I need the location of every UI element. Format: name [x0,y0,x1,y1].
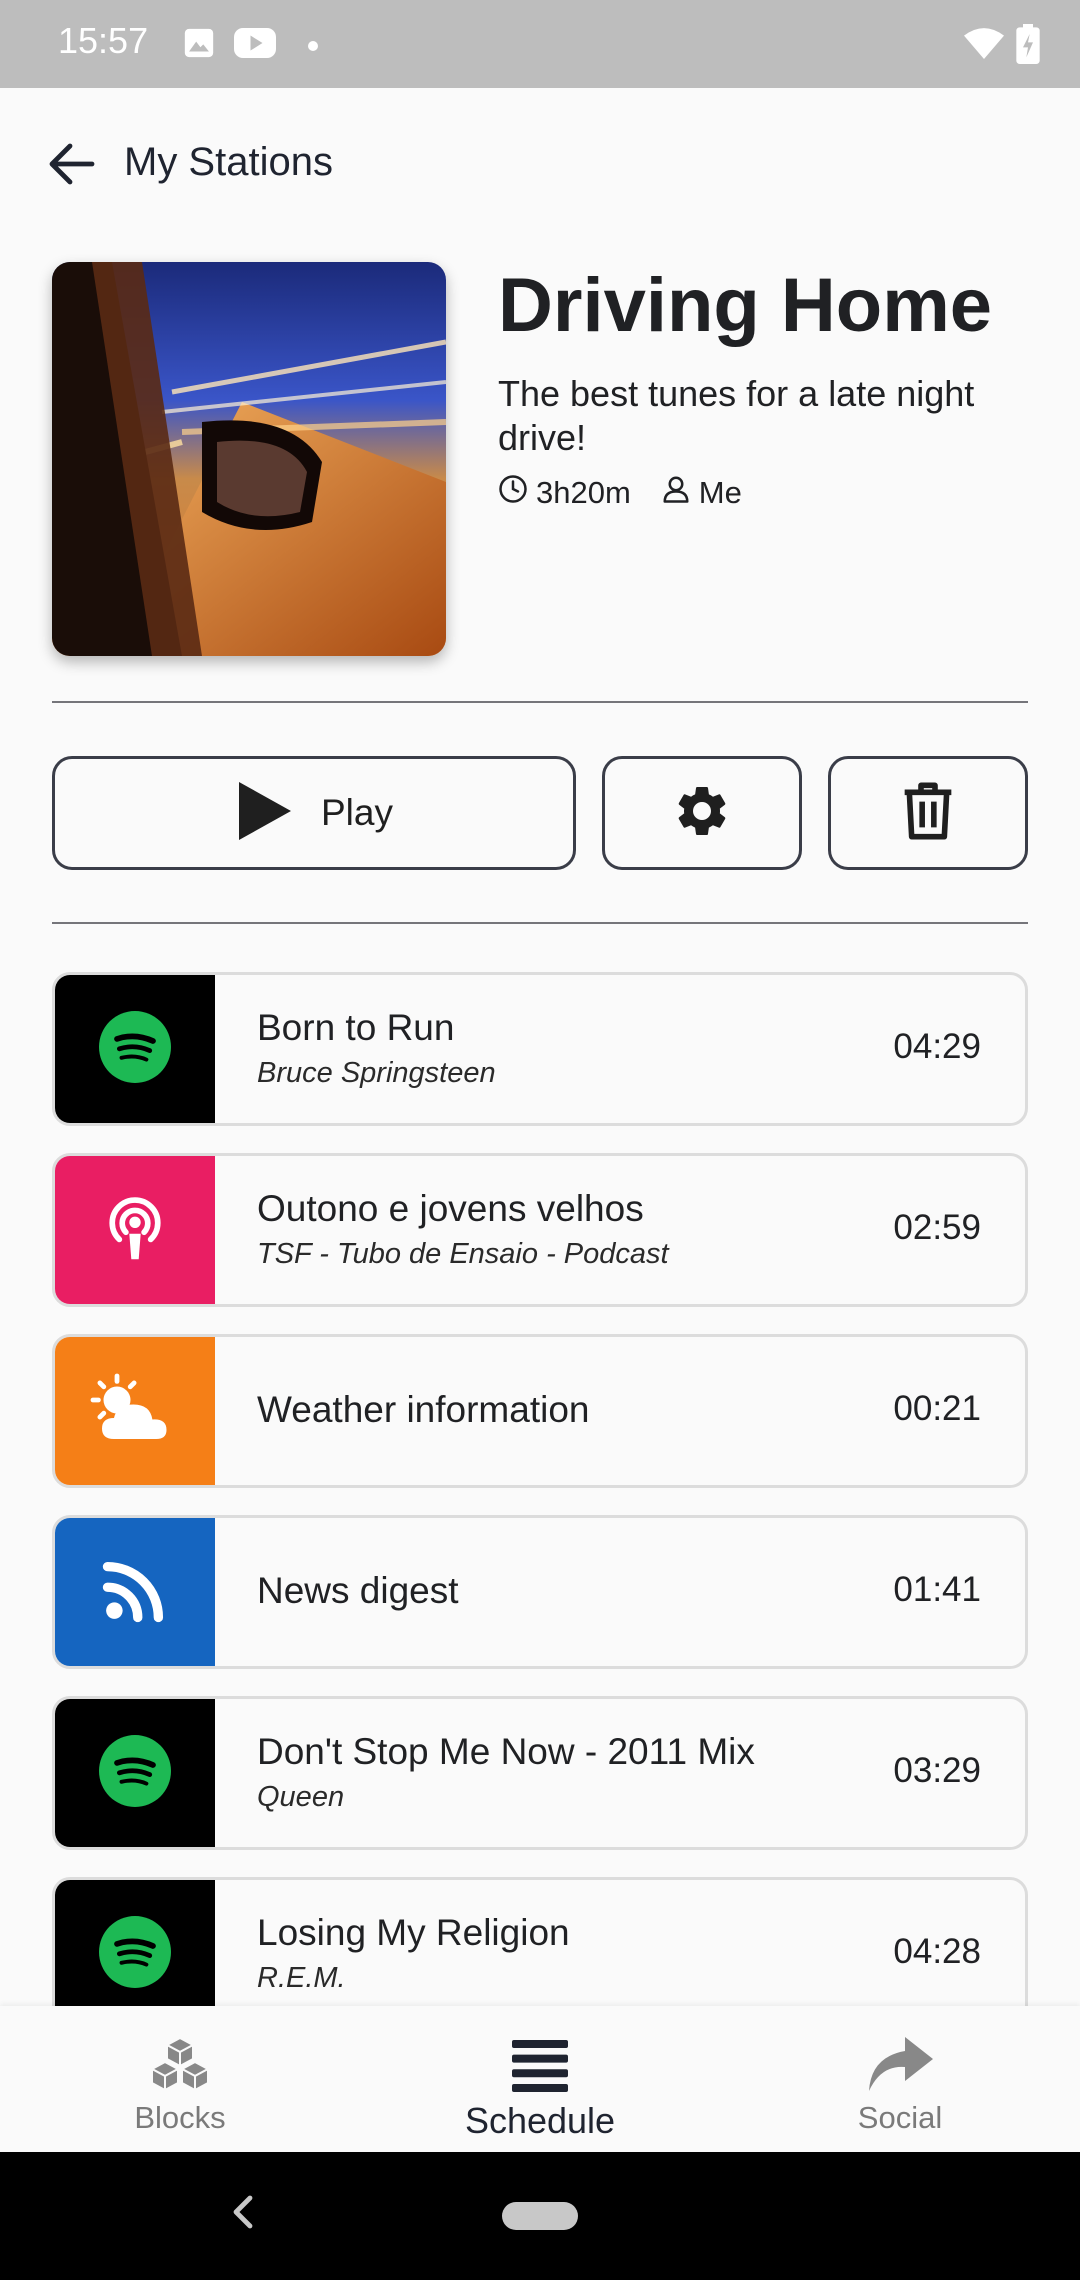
item-subtitle: Bruce Springsteen [257,1057,496,1089]
schedule-item[interactable]: News digest 01:41 [52,1515,1028,1669]
nav-label: Social [857,2100,943,2135]
arrow-left-icon [48,142,96,191]
person-icon [661,474,699,512]
podcast-thumb [55,1156,215,1304]
item-subtitle: Queen [257,1781,345,1813]
play-label: Play [321,792,393,833]
play-button[interactable]: Play [52,756,576,870]
station-title: Driving Home [498,263,993,348]
schedule-item[interactable]: Born to Run Bruce Springsteen 04:29 [52,972,1028,1126]
item-title: Weather information [257,1389,590,1430]
item-duration: 03:29 [893,1751,981,1790]
spotify-icon [99,1915,171,1993]
rss-icon [102,1557,168,1628]
spotify-thumb [55,1699,215,1847]
bottom-navigation: Blocks Schedule Social [0,2006,1080,2152]
schedule-item[interactable]: Don't Stop Me Now - 2011 Mix Queen 03:29 [52,1696,1028,1850]
item-duration: 01:41 [893,1570,981,1609]
play-icon [235,780,293,847]
station-meta: 3h20m Me [498,474,742,512]
youtube-icon [234,26,276,65]
delete-button[interactable] [828,756,1028,870]
system-home-pill[interactable] [502,2202,578,2230]
battery-charging-icon [1016,24,1040,69]
podcast-icon [100,1191,170,1270]
top-app-bar: My Stations [0,88,1080,238]
item-duration: 04:28 [893,1932,981,1971]
item-title: Don't Stop Me Now - 2011 Mix [257,1731,755,1772]
status-bar: 15:57 [0,0,1080,88]
clock-icon [498,474,536,512]
item-subtitle: R.E.M. [257,1962,346,1994]
item-duration: 04:29 [893,1027,981,1066]
item-title: Losing My Religion [257,1912,570,1953]
system-navigation-bar [0,2152,1080,2280]
schedule-item[interactable]: Losing My Religion R.E.M. 04:28 [52,1877,1028,2006]
share-icon [867,2036,933,2096]
item-title: Born to Run [257,1007,455,1048]
item-title: News digest [257,1570,459,1611]
gear-icon [672,781,732,846]
cubes-icon [147,2036,213,2096]
divider [52,701,1028,703]
station-duration: 3h20m [536,475,631,510]
nav-schedule[interactable]: Schedule [360,2006,720,2152]
nav-blocks[interactable]: Blocks [0,2006,360,2152]
spotify-icon [99,1734,171,1812]
spotify-icon [99,1010,171,1088]
wifi-icon [964,27,1004,66]
schedule-item[interactable]: Weather information 00:21 [52,1334,1028,1488]
rss-thumb [55,1518,215,1666]
back-button[interactable] [40,134,104,198]
system-back-icon[interactable] [228,2192,258,2237]
partly-cloudy-icon [87,1373,183,1450]
station-description: The best tunes for a late night drive! [498,373,975,458]
settings-button[interactable] [602,756,802,870]
spotify-thumb [55,1880,215,2006]
item-title: Outono e jovens velhos [257,1188,644,1229]
station-owner: Me [698,475,742,510]
nav-label: Blocks [134,2100,226,2135]
status-time: 15:57 [58,20,149,61]
page-title: My Stations [124,140,333,184]
nav-label: Schedule [464,2100,616,2141]
dot-icon [308,38,318,56]
list-icon [512,2036,568,2096]
nav-social[interactable]: Social [720,2006,1080,2152]
item-duration: 02:59 [893,1208,981,1247]
item-subtitle: TSF - Tubo de Ensaio - Podcast [257,1238,669,1270]
weather-thumb [55,1337,215,1485]
divider [52,922,1028,924]
schedule-item[interactable]: Outono e jovens velhos TSF - Tubo de Ens… [52,1153,1028,1307]
station-cover-image [52,262,446,656]
schedule-list[interactable]: Born to Run Bruce Springsteen 04:29 Outo… [0,960,1080,2006]
trash-icon [900,780,956,847]
image-icon [182,26,216,65]
item-duration: 00:21 [893,1389,981,1428]
spotify-thumb [55,975,215,1123]
